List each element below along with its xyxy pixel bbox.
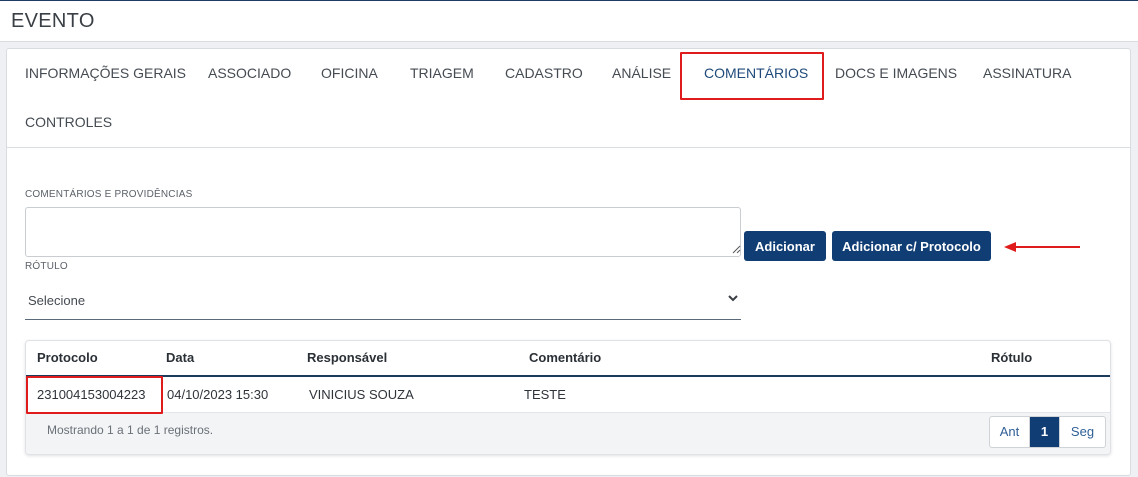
tab-oficina[interactable]: OFICINA	[321, 65, 378, 81]
column-header-comentario[interactable]: Comentário	[529, 350, 601, 365]
table-footer: Mostrando 1 a 1 de 1 registros. Ant 1 Se…	[26, 413, 1110, 454]
comments-textarea[interactable]	[25, 207, 741, 257]
highlight-box-protocol	[26, 376, 163, 414]
column-header-rotulo[interactable]: Rótulo	[991, 350, 1032, 365]
add-button[interactable]: Adicionar	[744, 231, 826, 261]
cell-data: 04/10/2023 15:30	[167, 387, 269, 402]
tab-bar: INFORMAÇÕES GERAIS ASSOCIADO OFICINA TRI…	[7, 49, 1130, 148]
label-select-value: Selecione	[28, 293, 86, 308]
tab-triagem[interactable]: TRIAGEM	[410, 65, 474, 81]
event-card: INFORMAÇÕES GERAIS ASSOCIADO OFICINA TRI…	[6, 48, 1131, 476]
tab-informacoes-gerais[interactable]: INFORMAÇÕES GERAIS	[25, 65, 186, 81]
page-header: EVENTO	[0, 1, 1138, 42]
column-header-responsavel[interactable]: Responsável	[307, 350, 387, 365]
records-info: Mostrando 1 a 1 de 1 registros.	[47, 423, 214, 437]
label-select[interactable]: Selecione	[25, 281, 741, 320]
add-with-protocol-button[interactable]: Adicionar c/ Protocolo	[832, 231, 991, 261]
page-title: EVENTO	[11, 10, 95, 32]
tab-controles[interactable]: CONTROLES	[25, 114, 112, 130]
pagination-next[interactable]: Seg	[1059, 417, 1105, 447]
tab-analise[interactable]: ANÁLISE	[612, 65, 671, 81]
arrow-left-icon	[1004, 242, 1080, 252]
tab-associado[interactable]: ASSOCIADO	[208, 65, 291, 81]
pagination: Ant 1 Seg	[989, 416, 1106, 448]
pagination-prev[interactable]: Ant	[990, 417, 1030, 447]
cell-comentario: TESTE	[524, 387, 566, 402]
tab-docs-e-imagens[interactable]: DOCS E IMAGENS	[835, 65, 957, 81]
column-header-protocolo[interactable]: Protocolo	[37, 350, 98, 365]
tab-assinatura[interactable]: ASSINATURA	[983, 65, 1071, 81]
comments-table: Protocolo Data Responsável Comentário Ró…	[25, 340, 1111, 455]
highlight-box-tab	[680, 52, 824, 100]
cell-responsavel: VINICIUS SOUZA	[309, 387, 414, 402]
resize-grip-icon[interactable]	[732, 245, 741, 254]
chevron-down-icon	[728, 295, 738, 302]
comments-label: COMENTÁRIOS E PROVIDÊNCIAS	[25, 189, 193, 200]
tab-cadastro[interactable]: CADASTRO	[505, 65, 583, 81]
pagination-page-1[interactable]: 1	[1030, 417, 1059, 447]
label-field-label: RÓTULO	[25, 261, 68, 272]
table-header-divider	[26, 375, 1110, 377]
column-header-data[interactable]: Data	[166, 350, 194, 365]
